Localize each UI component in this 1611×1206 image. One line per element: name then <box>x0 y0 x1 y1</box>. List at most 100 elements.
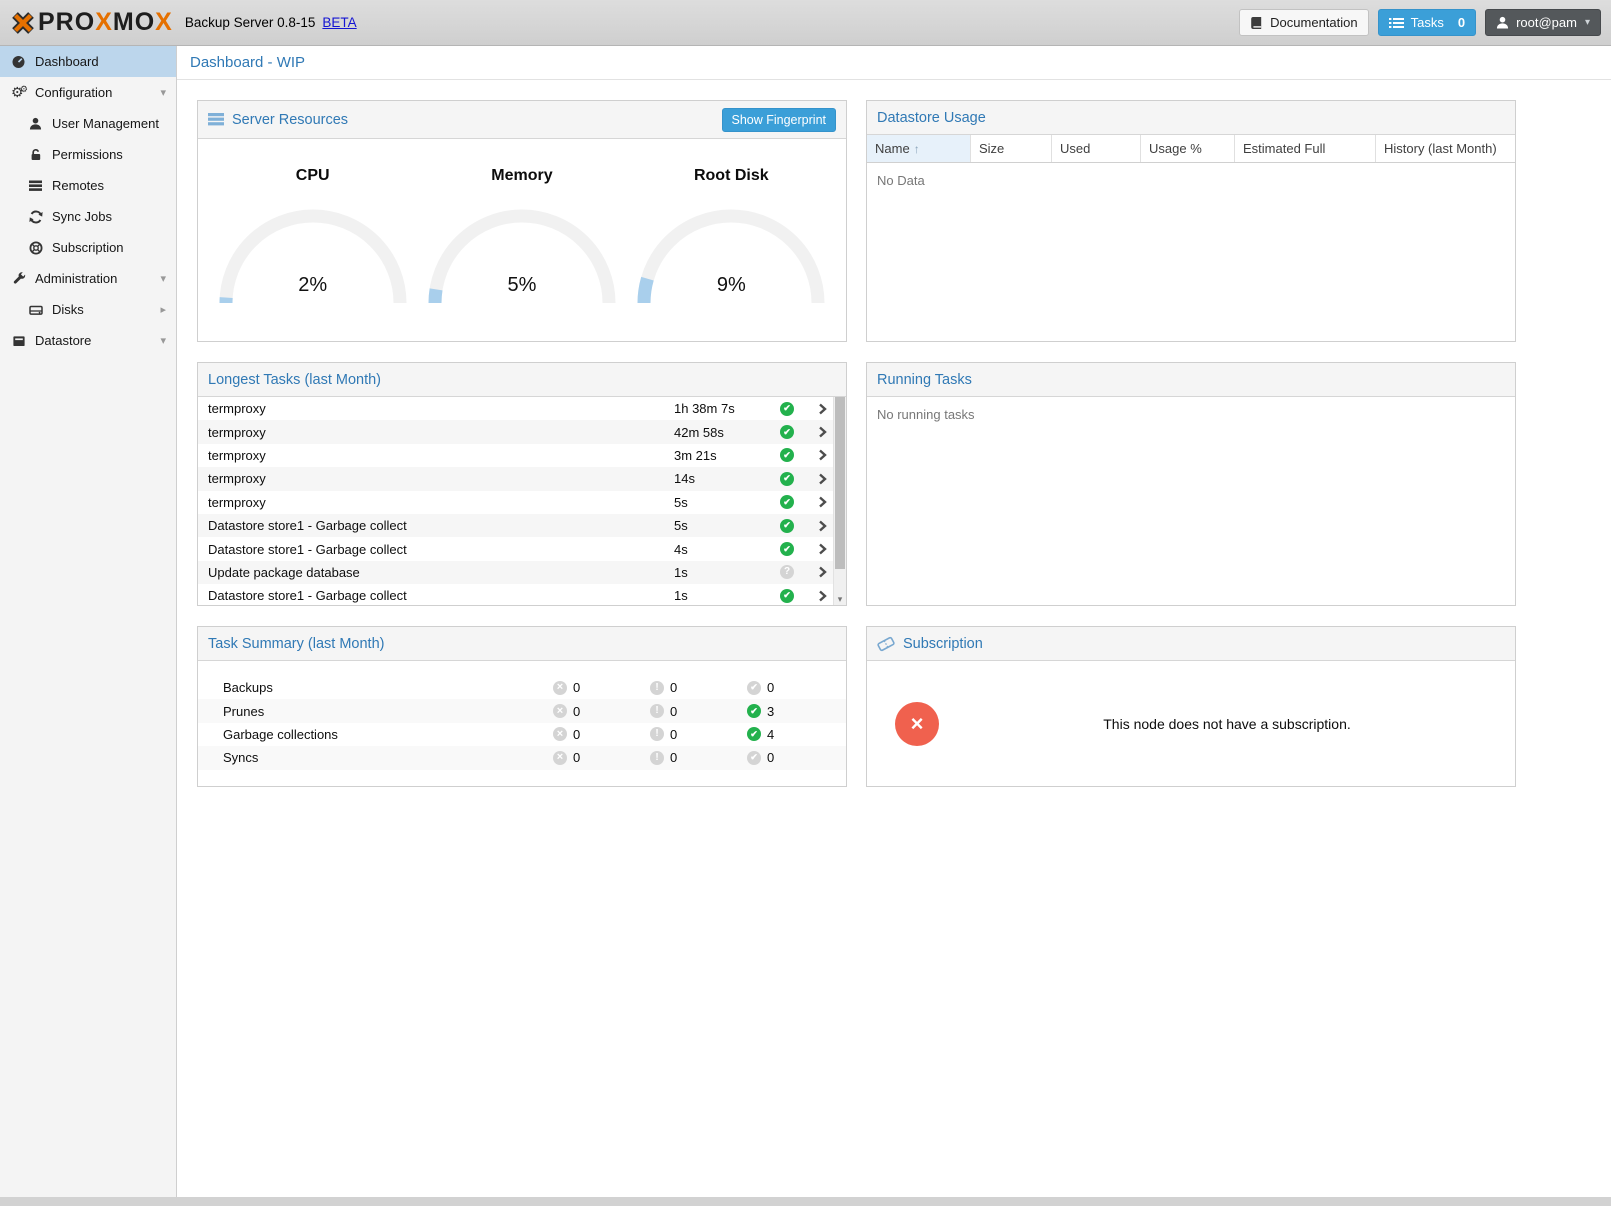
ok-count-icon <box>747 681 761 695</box>
task-row[interactable]: termproxy 3m 21s <box>198 444 846 467</box>
sidebar-item-administration[interactable]: Administration ▾ <box>0 263 176 294</box>
status-ok-icon <box>780 495 794 509</box>
unlock-icon <box>27 148 44 162</box>
status-ok-icon <box>780 519 794 533</box>
summary-row-prunes[interactable]: Prunes 0 0 3 <box>198 699 846 722</box>
status-ok-icon <box>780 542 794 556</box>
root-disk-gauge: Root Disk 9% <box>633 167 829 305</box>
status-unknown-icon <box>780 565 794 579</box>
proxmox-backup-app: PROXMOX Backup Server 0.8-15 BETA Docume… <box>0 0 1611 1206</box>
beta-link[interactable]: BETA <box>322 15 356 30</box>
task-row[interactable]: termproxy 5s <box>198 491 846 514</box>
column-header-size[interactable]: Size <box>971 135 1052 162</box>
gauge-icon <box>10 54 27 69</box>
ok-count-icon <box>747 751 761 765</box>
sidebar-item-permissions[interactable]: Permissions <box>0 139 176 170</box>
datastore-usage-panel: Datastore Usage Name↑ Size Used Usage % … <box>866 100 1516 342</box>
longest-tasks-header: Longest Tasks (last Month) <box>198 363 846 397</box>
subscription-panel: Subscription × This node does not have a… <box>866 626 1516 787</box>
task-list-icon <box>1389 17 1404 29</box>
sync-icon <box>27 210 44 224</box>
server-resources-panel: Server Resources Show Fingerprint CPU <box>197 100 847 342</box>
server-stack-icon <box>208 113 224 126</box>
collapse-arrow-icon[interactable]: ▾ <box>160 86 166 99</box>
error-count-icon <box>553 681 567 695</box>
column-header-estimated-full[interactable]: Estimated Full <box>1235 135 1376 162</box>
wrench-icon <box>10 272 27 286</box>
scrollbar-down-arrow[interactable]: ▾ <box>834 594 846 605</box>
tasks-count-badge: 0 <box>1458 15 1465 30</box>
warning-count-icon <box>650 751 664 765</box>
brand-text: PROXMOX <box>38 8 173 37</box>
collapse-arrow-icon[interactable]: ▾ <box>160 272 166 285</box>
collapse-arrow-icon[interactable]: ▾ <box>160 334 166 347</box>
sidebar-item-disks[interactable]: Disks ▸ <box>0 294 176 325</box>
no-running-tasks-message: No running tasks <box>867 397 1515 432</box>
task-row[interactable]: termproxy 1h 38m 7s <box>198 397 846 420</box>
ok-count-icon <box>747 727 761 741</box>
longest-tasks-panel: Longest Tasks (last Month) termproxy 1h … <box>197 362 847 606</box>
error-count-icon <box>553 704 567 718</box>
ticket-icon <box>877 636 895 652</box>
summary-row-garbage-collections[interactable]: Garbage collections 0 0 4 <box>198 723 846 746</box>
column-header-name[interactable]: Name↑ <box>867 135 971 162</box>
sidebar-item-subscription[interactable]: Subscription <box>0 232 176 263</box>
task-row[interactable]: Update package database 1s <box>198 561 846 584</box>
top-bar-actions: Documentation Tasks 0 root@pam ▾ <box>1239 9 1601 36</box>
product-version: Backup Server 0.8-15 <box>185 15 316 30</box>
show-fingerprint-button[interactable]: Show Fingerprint <box>722 108 837 132</box>
scrollbar[interactable]: ▾ <box>833 397 846 605</box>
sidebar-item-remotes[interactable]: Remotes <box>0 170 176 201</box>
task-summary-header: Task Summary (last Month) <box>198 627 846 661</box>
sidebar-item-user-management[interactable]: User Management <box>0 108 176 139</box>
gauge-row: CPU 2% Memory <box>198 139 846 305</box>
book-icon <box>1250 16 1263 30</box>
status-ok-icon <box>780 589 794 603</box>
datastore-icon <box>10 334 27 348</box>
life-ring-icon <box>27 241 44 255</box>
list-icon <box>27 179 44 192</box>
hdd-icon <box>27 303 44 317</box>
scrollbar-thumb[interactable] <box>835 397 845 569</box>
task-row[interactable]: termproxy 42m 58s <box>198 420 846 443</box>
sidebar-item-sync-jobs[interactable]: Sync Jobs <box>0 201 176 232</box>
expand-arrow-icon[interactable]: ▸ <box>160 303 166 316</box>
task-row[interactable]: Datastore store1 - Garbage collect 1s <box>198 584 846 605</box>
user-menu-button[interactable]: root@pam ▾ <box>1485 9 1601 36</box>
tasks-button[interactable]: Tasks 0 <box>1378 9 1476 36</box>
main-layout: Dashboard ⚙⚙ Configuration ▾ User Manage… <box>0 46 1611 1197</box>
sidebar: Dashboard ⚙⚙ Configuration ▾ User Manage… <box>0 46 177 1197</box>
summary-row-backups[interactable]: Backups 0 0 0 <box>198 676 846 699</box>
sidebar-item-configuration[interactable]: ⚙⚙ Configuration ▾ <box>0 77 176 108</box>
running-tasks-header: Running Tasks <box>867 363 1515 397</box>
column-header-usage-pct[interactable]: Usage % <box>1141 135 1235 162</box>
datastore-usage-header: Datastore Usage <box>867 101 1515 135</box>
sidebar-item-datastore[interactable]: Datastore ▾ <box>0 325 176 356</box>
status-ok-icon <box>780 425 794 439</box>
longest-tasks-list: termproxy 1h 38m 7s termproxy 42m 58s <box>198 397 846 605</box>
error-count-icon <box>553 751 567 765</box>
user-icon <box>1496 16 1509 29</box>
gears-icon: ⚙⚙ <box>10 85 27 100</box>
proxmox-logo: PROXMOX <box>10 8 173 37</box>
warning-count-icon <box>650 681 664 695</box>
documentation-button[interactable]: Documentation <box>1239 9 1368 36</box>
warning-count-icon <box>650 704 664 718</box>
task-row[interactable]: Datastore store1 - Garbage collect 5s <box>198 514 846 537</box>
status-ok-icon <box>780 472 794 486</box>
user-icon <box>27 117 44 130</box>
column-header-history[interactable]: History (last Month) <box>1376 135 1515 162</box>
datastore-usage-column-headers: Name↑ Size Used Usage % Estimated Full H… <box>867 135 1515 163</box>
proxmox-x-icon <box>10 10 36 36</box>
memory-gauge: Memory 5% <box>424 167 620 305</box>
sidebar-item-dashboard[interactable]: Dashboard <box>0 46 176 77</box>
running-tasks-panel: Running Tasks No running tasks <box>866 362 1516 606</box>
task-row[interactable]: termproxy 14s <box>198 467 846 490</box>
status-ok-icon <box>780 448 794 462</box>
ok-count-icon <box>747 704 761 718</box>
summary-row-syncs[interactable]: Syncs 0 0 0 <box>198 746 846 769</box>
column-header-used[interactable]: Used <box>1052 135 1141 162</box>
chevron-down-icon: ▾ <box>1585 17 1590 28</box>
task-row[interactable]: Datastore store1 - Garbage collect 4s <box>198 537 846 560</box>
subscription-body: × This node does not have a subscription… <box>867 661 1515 786</box>
